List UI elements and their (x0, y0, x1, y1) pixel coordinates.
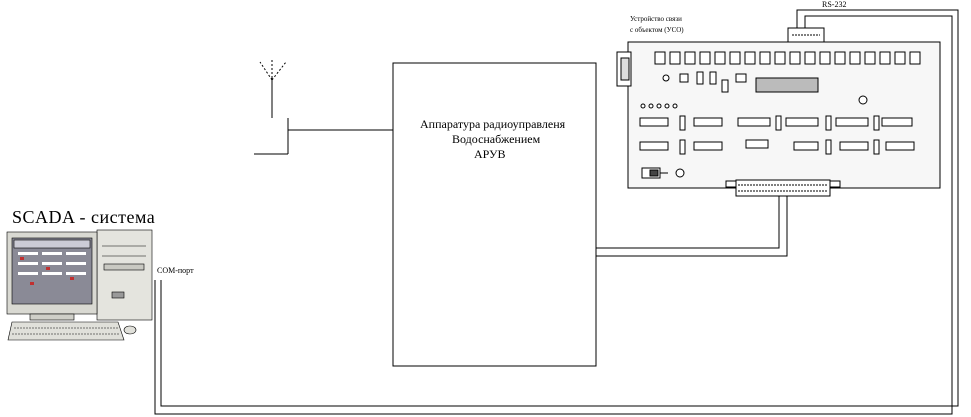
scada-title: SCADA - система (12, 207, 156, 227)
aruv-box (392, 62, 597, 367)
circuit-board-icon (616, 27, 941, 197)
aruv-label-line1: Аппаратура радиоуправленя (420, 117, 566, 131)
computer-workstation-icon (6, 229, 153, 341)
aruv-to-board-cable (596, 190, 788, 257)
antenna-icon (254, 58, 393, 155)
aruv-label-line2: Водоснабжением (452, 132, 541, 146)
com-port-label: COM-порт (157, 266, 194, 275)
uso-label-line2: с объектом (УСО) (630, 26, 684, 34)
rs232-label: RS-232 (822, 0, 847, 9)
aruv-label-line3: АРУВ (474, 147, 506, 161)
uso-label-line1: Устройство связи (630, 15, 682, 23)
